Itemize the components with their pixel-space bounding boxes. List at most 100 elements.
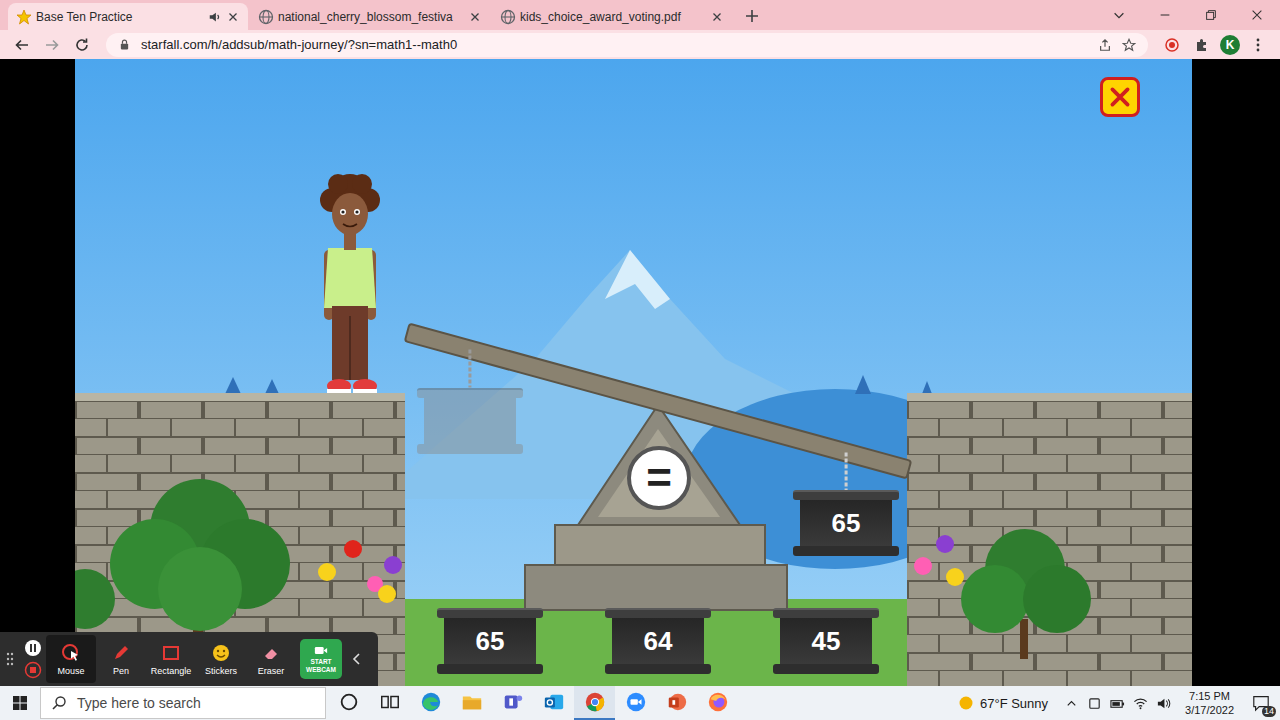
close-game-button[interactable] — [1100, 77, 1140, 117]
close-x-icon — [1107, 84, 1133, 110]
tab-label: kids_choice_award_voting.pdf — [520, 10, 706, 24]
webcam-icon — [314, 645, 328, 656]
powerpoint-icon — [666, 691, 688, 713]
forward-arrow-icon[interactable] — [40, 37, 64, 53]
eraser-icon — [261, 643, 281, 663]
windows-logo-icon — [12, 695, 28, 711]
menu-dots-icon[interactable] — [1246, 37, 1270, 53]
clock[interactable]: 7:15 PM3/17/2022 — [1177, 689, 1242, 718]
search-placeholder: Type here to search — [77, 695, 201, 711]
close-tab-icon[interactable] — [468, 10, 482, 24]
new-tab-plus-icon[interactable] — [744, 8, 760, 24]
zoom-icon — [625, 691, 647, 713]
left-bush — [75, 479, 290, 639]
file-explorer-folder-icon — [461, 691, 483, 713]
recorder-tool[interactable]: Mouse — [46, 635, 96, 683]
recording-controls — [24, 639, 42, 679]
boy-character — [310, 170, 390, 396]
screen-recorder-extension-icon[interactable] — [1160, 37, 1184, 53]
tab-search-chevron-icon[interactable] — [1096, 0, 1142, 30]
recorder-tool[interactable]: Eraser — [246, 635, 296, 683]
taskbar-app[interactable] — [615, 686, 656, 720]
extensions-puzzle-icon[interactable] — [1190, 37, 1214, 53]
weight-value: 65 — [444, 618, 536, 664]
recorder-tool[interactable]: Stickers — [196, 635, 246, 683]
back-arrow-icon[interactable] — [10, 37, 34, 53]
mouse-cursor-icon — [61, 643, 81, 663]
browser-tab[interactable]: kids_choice_award_voting.pdf — [492, 3, 732, 30]
pause-icon[interactable] — [24, 639, 42, 657]
speaker-icon[interactable] — [208, 10, 222, 24]
taskbar-app[interactable] — [533, 686, 574, 720]
start-webcam-button[interactable]: START WEBCAM — [300, 639, 342, 679]
browser-tab[interactable]: national_cherry_blossom_festiva — [250, 3, 490, 30]
taskbar-app[interactable] — [410, 686, 451, 720]
recorder-tool[interactable]: Pen — [96, 635, 146, 683]
recorder-tool[interactable]: Rectangle — [146, 635, 196, 683]
right-hanging-weight: 65 — [793, 490, 899, 556]
address-bar[interactable]: starfall.com/h/addsub/math-journey/?sn=m… — [106, 33, 1148, 57]
url-text: starfall.com/h/addsub/math-journey/?sn=m… — [141, 37, 1088, 52]
globe-icon — [500, 9, 516, 25]
show-hidden-icons-caret-icon[interactable] — [1062, 696, 1081, 711]
left-chain — [468, 350, 471, 388]
tab-list: Base Ten Practice national_cherry_blossom… — [8, 3, 760, 30]
choice-weight[interactable]: 65 — [437, 608, 543, 674]
desktop-screen: Base Ten Practice national_cherry_blossom… — [0, 0, 1280, 720]
taskbar-search[interactable]: Type here to search — [40, 687, 326, 719]
clock-date: 3/17/2022 — [1185, 703, 1234, 717]
taskbar-app[interactable] — [574, 686, 615, 720]
taskbar-app[interactable] — [656, 686, 697, 720]
volume-icon[interactable] — [1154, 696, 1173, 711]
drag-grip-icon[interactable] — [6, 652, 14, 666]
bookmark-star-icon[interactable] — [1122, 38, 1136, 52]
battery-icon[interactable] — [1108, 696, 1127, 711]
window-controls — [1096, 0, 1280, 30]
sky — [75, 59, 1192, 686]
chrome-icon — [584, 691, 606, 713]
profile-avatar[interactable]: K — [1220, 35, 1240, 55]
tool-label: Eraser — [258, 666, 285, 676]
stop-icon[interactable] — [24, 661, 42, 679]
screen-recorder-toolbar: Mouse Pen RectangleStickers Eraser START WEB… — [0, 632, 378, 686]
tool-label: Pen — [113, 666, 129, 676]
lock-icon — [118, 38, 131, 51]
webcam-label: START WEBCAM — [302, 658, 340, 672]
windows-taskbar: Type here to search 67°F Sunny 7:15 PM3/17… — [0, 686, 1280, 720]
close-tab-icon[interactable] — [226, 10, 240, 24]
minimize-icon[interactable] — [1142, 0, 1188, 30]
taskbar-app[interactable] — [697, 686, 738, 720]
task-view-icon — [379, 691, 401, 713]
tab-label: Base Ten Practice — [36, 10, 204, 24]
cortana-circle-icon — [338, 691, 360, 713]
taskbar-app[interactable] — [369, 686, 410, 720]
starfall-star-icon — [16, 9, 32, 25]
start-button[interactable] — [0, 686, 40, 720]
reload-icon[interactable] — [70, 37, 94, 53]
close-tab-icon[interactable] — [710, 10, 724, 24]
choice-weight[interactable]: 64 — [605, 608, 711, 674]
weight-choices: 65 64 45 — [437, 608, 879, 674]
system-tray: 67°F Sunny 7:15 PM3/17/202214 — [958, 688, 1280, 718]
tool-label: Mouse — [57, 666, 84, 676]
wifi-icon[interactable] — [1131, 696, 1150, 711]
choice-weight[interactable]: 45 — [773, 608, 879, 674]
taskbar-apps — [328, 686, 738, 720]
weight-value: 65 — [800, 500, 892, 546]
tablet-icon[interactable] — [1085, 696, 1104, 711]
collapse-chevron-icon[interactable] — [352, 652, 362, 666]
page-viewport: 65=656445MousePenRectangleStickersEraser… — [0, 59, 1280, 686]
left-empty-weight — [417, 388, 523, 454]
taskbar-app[interactable] — [328, 686, 369, 720]
pen-icon — [111, 643, 131, 663]
share-icon[interactable] — [1098, 38, 1112, 52]
rectangle-icon — [161, 643, 181, 663]
mountain-snow — [605, 250, 670, 309]
notification-center-button[interactable]: 14 — [1246, 688, 1276, 718]
taskbar-app[interactable] — [451, 686, 492, 720]
weather-widget[interactable]: 67°F Sunny — [958, 695, 1058, 711]
browser-tab[interactable]: Base Ten Practice — [8, 3, 248, 30]
taskbar-app[interactable] — [492, 686, 533, 720]
restore-icon[interactable] — [1188, 0, 1234, 30]
close-window-icon[interactable] — [1234, 0, 1280, 30]
